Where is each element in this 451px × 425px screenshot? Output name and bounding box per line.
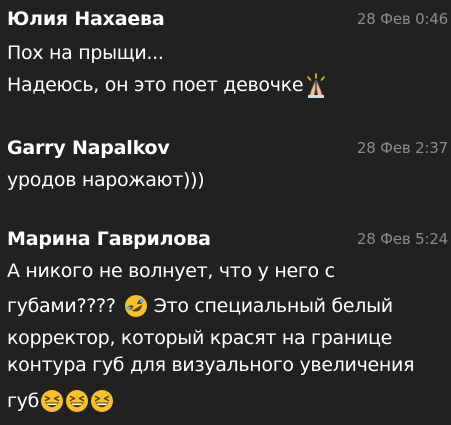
comment-author[interactable]: Garry Napalkov: [7, 137, 170, 159]
folded-hands-emoji-icon: [303, 73, 327, 98]
rolling-on-floor-laughing-emoji-icon: [124, 294, 148, 318]
comment-text: уродов нарожают))): [7, 169, 205, 191]
comment-text: Это специальный белый: [153, 295, 394, 317]
comment-header: Марина Гаврилова 28 Фев 5:24: [7, 228, 451, 256]
comment-3: Марина Гаврилова 28 Фев 5:24 А никого не…: [7, 228, 451, 420]
comment-text: губ: [7, 390, 40, 412]
comment-text-line: Пох на прыщи...: [7, 36, 451, 70]
comment-author[interactable]: Юлия Нахаева: [7, 8, 165, 30]
comment-text: Надеюсь, он это поет девочке: [7, 74, 304, 96]
comment-text: контура губ для визуального увеличения: [7, 353, 415, 376]
comment-1: Юлия Нахаева 28 Фев 0:46 Пох на прыщи...…: [7, 8, 451, 100]
comment-author[interactable]: Марина Гаврилова: [7, 228, 211, 250]
comment-date[interactable]: 28 Фев 0:46: [357, 10, 448, 28]
comment-text: губами????: [7, 295, 116, 317]
comment-header: Юлия Нахаева 28 Фев 0:46: [7, 8, 451, 36]
grinning-squinting-face-emoji-icon: [65, 389, 89, 413]
comment-text-line: Надеюсь, он это поет девочке: [7, 70, 451, 100]
comment-header: Garry Napalkov 28 Фев 2:37: [7, 137, 451, 165]
comment-text-line: губами???? Это специальный белый: [7, 286, 451, 324]
comment-date[interactable]: 28 Фев 5:24: [357, 230, 448, 248]
comment-text: Пох на прыщи...: [7, 42, 164, 64]
comment-text: корректор, который красят на границе: [7, 326, 393, 349]
grinning-squinting-face-emoji-icon: [40, 389, 64, 413]
comment-text: А никого не волнует, что у него с: [7, 260, 335, 282]
comment-text-line: уродов нарожают))): [7, 165, 451, 195]
comment-2: Garry Napalkov 28 Фев 2:37 уродов нарожа…: [7, 137, 451, 195]
grinning-squinting-face-emoji-icon: [90, 389, 114, 413]
comment-date[interactable]: 28 Фев 2:37: [357, 139, 448, 157]
comment-text-line: губ: [7, 378, 451, 420]
comment-text-line: корректор, который красят на границе: [7, 324, 451, 351]
comment-text-line: А никого не волнует, что у него с: [7, 256, 451, 286]
comment-text-line: контура губ для визуального увеличения: [7, 351, 451, 378]
